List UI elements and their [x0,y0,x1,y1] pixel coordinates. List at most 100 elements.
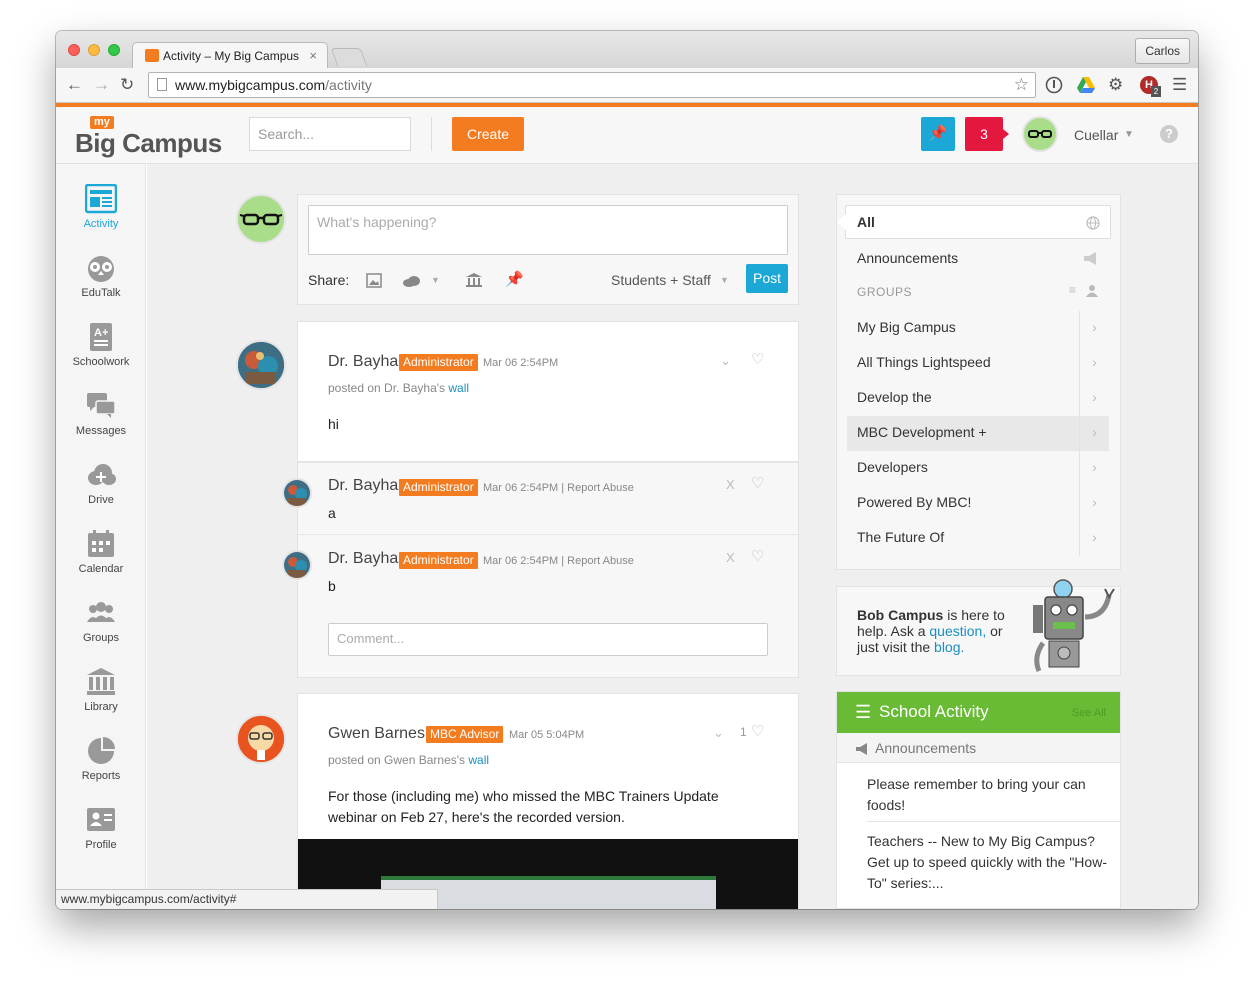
chevron-right-icon[interactable]: › [1079,346,1109,381]
like-heart-icon[interactable]: ♡ [751,474,764,492]
password-manager-icon[interactable] [1045,76,1063,94]
like-heart-icon[interactable]: ♡ [751,350,764,368]
google-drive-icon[interactable] [1076,76,1096,94]
divider [867,821,1120,822]
filter-all[interactable]: All [837,205,1111,239]
delete-comment-icon[interactable]: X [726,477,735,492]
search-input[interactable]: Search... [249,117,411,151]
sort-list-icon[interactable]: ≡ [1069,283,1076,297]
announcement-item[interactable]: Teachers -- New to My Big Campus? Get up… [867,831,1111,894]
comment-meta[interactable]: Mar 06 2:54PM | Report Abuse [483,482,634,494]
nav-item-calendar[interactable]: Calendar [56,529,146,589]
minimize-window-button[interactable] [88,44,100,56]
see-all-link[interactable]: See All [1072,707,1106,719]
nav-label-edutalk: EduTalk [81,287,121,299]
audience-selector[interactable]: Students + Staff [611,272,711,288]
question-link[interactable]: question, [929,623,986,639]
announcements-bar: Announcements [837,733,1120,763]
nav-item-schoolwork[interactable]: A+ Schoolwork [56,322,146,382]
nav-item-edutalk[interactable]: EduTalk [56,253,146,313]
chevron-down-icon[interactable]: ▼ [431,275,440,285]
create-button[interactable]: Create [452,117,524,151]
cloud-icon[interactable] [402,275,422,287]
comment-avatar[interactable] [282,478,312,508]
pinned-button[interactable]: 📌 [921,117,955,151]
avatar-image [284,480,310,506]
chevron-right-icon[interactable]: › [1079,416,1109,451]
nav-item-reports[interactable]: Reports [56,736,146,796]
chevron-right-icon[interactable]: › [1079,451,1109,486]
reload-icon[interactable]: ↻ [120,74,134,96]
group-item[interactable]: Developers › [847,451,1109,486]
nav-item-activity[interactable]: Activity [56,184,146,244]
forward-arrow-icon[interactable]: → [93,74,110,96]
dr-bayha-avatar[interactable] [236,340,286,390]
nav-item-library[interactable]: Library [56,667,146,727]
address-bar[interactable]: www.mybigcampus.com/activity ☆ [148,72,1036,98]
chevron-down-icon[interactable]: ⌄ [720,353,731,369]
post-button[interactable]: Post [746,264,788,293]
chevron-right-icon[interactable]: › [1079,311,1109,346]
announcement-item[interactable]: Please remember to bring your can foods! [867,774,1111,816]
close-window-button[interactable] [68,44,80,56]
comment-author[interactable]: Dr. Bayha [328,550,398,568]
comment-body: a [328,505,336,521]
nav-label-profile: Profile [85,839,117,851]
image-icon[interactable] [366,273,382,288]
browser-profile-button[interactable]: Carlos [1135,38,1190,64]
group-item[interactable]: Powered By MBC! › [847,486,1109,521]
nav-item-groups[interactable]: Groups [56,598,146,658]
post-card: Gwen Barnes MBC Advisor Mar 05 5:04PM ⌄ … [297,693,799,909]
settings-gear-icon[interactable]: ⚙ [1108,74,1123,96]
delete-comment-icon[interactable]: X [726,550,735,565]
menu-hamburger-icon[interactable]: ☰ [1172,74,1187,96]
chevron-down-icon[interactable]: ▼ [1124,129,1134,140]
chevron-down-icon[interactable]: ⌄ [713,725,724,741]
post-body: For those (including me) who missed the … [328,788,719,825]
bookmark-star-icon[interactable]: ☆ [1014,75,1029,95]
group-item[interactable]: My Big Campus › [847,311,1109,346]
new-tab-button[interactable] [330,48,368,66]
group-item[interactable]: All Things Lightspeed › [847,346,1109,381]
chevron-right-icon[interactable]: › [1079,381,1109,416]
comment-avatar[interactable] [282,550,312,580]
comment-meta[interactable]: Mar 06 2:54PM | Report Abuse [483,555,634,567]
notifications-button[interactable]: 3 [965,117,1009,151]
group-members-icon[interactable] [1086,285,1099,297]
post-time[interactable]: Mar 06 2:54PM [483,357,558,369]
pin-icon[interactable]: 📌 [505,270,524,288]
like-heart-icon[interactable]: ♡ [751,547,764,565]
chevron-right-icon[interactable]: › [1079,521,1109,556]
help-icon[interactable]: ? [1160,125,1178,143]
nav-label-activity: Activity [83,218,119,230]
whats-happening-input[interactable]: What's happening? [308,205,788,255]
group-item[interactable]: The Future Of › [847,521,1109,556]
wall-link[interactable]: wall [468,753,489,767]
chevron-right-icon[interactable]: › [1079,486,1109,521]
bob-campus-help: Bob Campus is here to help. Ask a questi… [836,579,1121,676]
post-time[interactable]: Mar 05 5:04PM [509,729,584,741]
gwen-barnes-avatar[interactable] [236,714,286,764]
nav-item-profile[interactable]: Profile [56,805,146,865]
wall-link[interactable]: wall [448,381,469,395]
user-avatar[interactable] [1022,116,1058,152]
comment-item: Dr. Bayha Administrator Mar 06 2:54PM | … [298,534,798,606]
zoom-window-button[interactable] [108,44,120,56]
library-share-icon[interactable] [465,272,483,288]
user-name-menu[interactable]: Cuellar [1074,127,1118,143]
blog-link[interactable]: blog. [934,639,964,655]
close-tab-icon[interactable]: × [309,48,317,63]
post-author[interactable]: Dr. Bayha [328,353,398,371]
chevron-down-icon[interactable]: ▼ [720,275,729,285]
back-arrow-icon[interactable]: ← [66,74,83,96]
group-item-active[interactable]: MBC Development + › [847,416,1109,451]
browser-tab-activity[interactable]: Activity – My Big Campus × [132,42,328,69]
post-author[interactable]: Gwen Barnes [328,725,425,743]
nav-item-drive[interactable]: Drive [56,460,146,520]
comment-author[interactable]: Dr. Bayha [328,477,398,495]
like-heart-icon[interactable]: ♡ [751,722,764,740]
browser-titlebar: Activity – My Big Campus × Carlos [56,31,1198,69]
comment-input[interactable]: Comment... [328,623,768,656]
group-item[interactable]: Develop the › [847,381,1109,416]
nav-item-messages[interactable]: Messages [56,391,146,451]
